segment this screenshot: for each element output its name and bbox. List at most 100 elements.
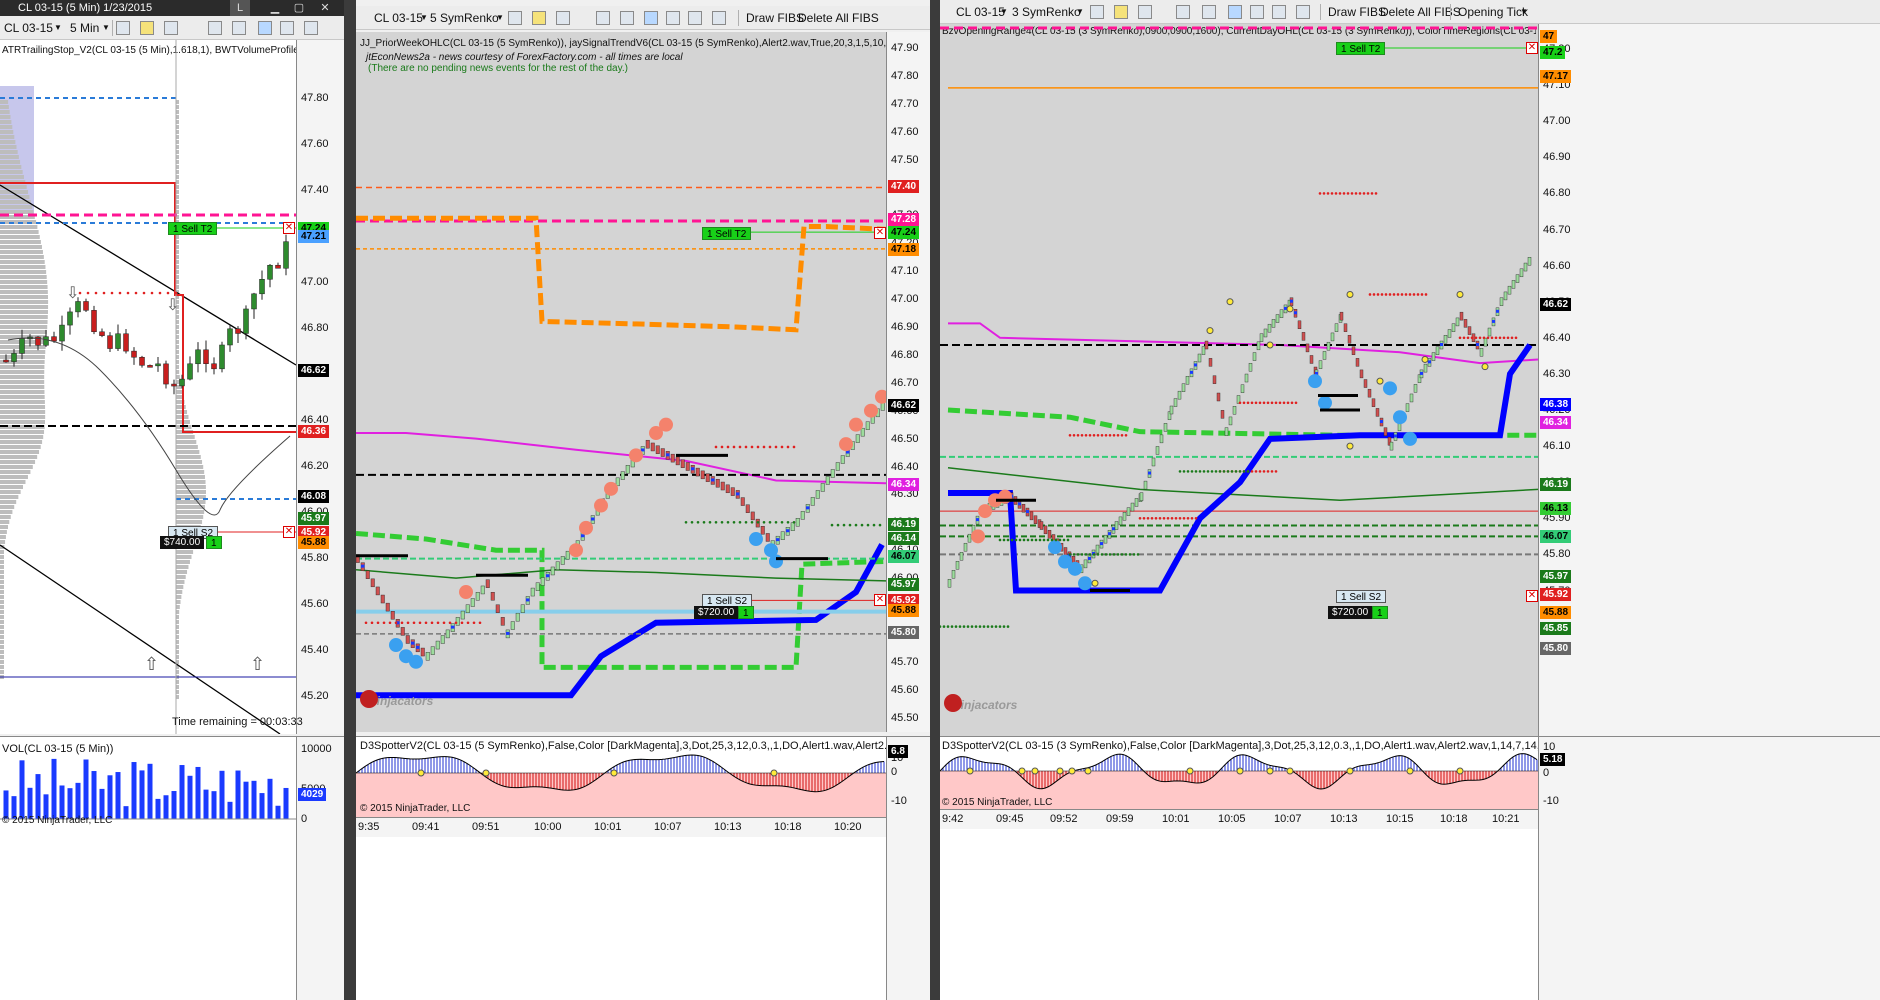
dot	[1270, 470, 1274, 473]
interval-selector[interactable]: 5 SymRenko	[430, 6, 499, 30]
position-qty: 1	[738, 606, 754, 619]
data-box-icon[interactable]	[688, 11, 702, 25]
instrument-selector[interactable]: CL 03-15	[956, 0, 1005, 24]
renko-bar	[445, 629, 450, 639]
instrument-dropdown-icon[interactable]: ▼	[420, 6, 428, 30]
cancel-order-icon[interactable]: ✕	[1526, 42, 1538, 54]
dot	[1274, 401, 1278, 405]
pencil-icon[interactable]	[1114, 5, 1128, 19]
dot	[1108, 433, 1112, 437]
renko-bar	[1122, 512, 1127, 521]
chart-trader-icon[interactable]	[280, 21, 294, 35]
buy-arrow: ⇧	[144, 654, 159, 674]
interval-dropdown-icon[interactable]: ▼	[102, 16, 110, 40]
left-title-bar[interactable]: CL 03-15 (5 Min) 1/23/2015 L ▁ ▢ ✕	[0, 0, 344, 16]
bar-type-icon[interactable]	[508, 11, 522, 25]
chart-trader-icon[interactable]	[1250, 5, 1264, 19]
delete-fibs-button[interactable]: Delete All FIBS	[798, 6, 879, 30]
volume-profile-bar	[0, 170, 23, 174]
bar-type-icon[interactable]	[1090, 5, 1104, 19]
crosshair-icon[interactable]	[208, 21, 222, 35]
snapshot-icon[interactable]	[1296, 5, 1310, 19]
right-price-axis[interactable]: 47.2047.1047.0046.9046.8046.7046.6046.50…	[1538, 24, 1880, 736]
sell-t2-order[interactable]: 1 Sell T2	[168, 222, 218, 235]
chart-trader-icon[interactable]	[666, 11, 680, 25]
time-tick: 09:59	[1106, 813, 1134, 825]
volume-profile-bar	[0, 315, 48, 319]
renko-bar	[947, 579, 952, 588]
data-box-icon[interactable]	[304, 21, 318, 35]
zoom-icon[interactable]	[1202, 5, 1216, 19]
volume-bar	[107, 775, 113, 819]
middle-price-panel[interactable]: JJ_PriorWeekOHLC(CL 03-15 (5 SymRenko)),…	[356, 32, 930, 732]
sell-t2-order[interactable]: 1 Sell T2	[702, 227, 752, 240]
left-price-axis[interactable]: 47.8047.6047.4047.2047.0046.8046.6046.40…	[296, 40, 344, 734]
renko-bar	[1467, 326, 1472, 335]
pointer-icon[interactable]	[596, 11, 610, 25]
candle	[75, 301, 81, 313]
sell-s2-order[interactable]: 1 Sell S2	[1336, 590, 1387, 603]
right-spotter-panel[interactable]: D3SpotterV2(CL 03-15 (3 SymRenko),False,…	[940, 736, 1880, 1000]
left-price-panel[interactable]: ATRTrailingStop_V2(CL 03-15 (5 Min),1.61…	[0, 40, 344, 734]
snapshot-icon[interactable]	[712, 11, 726, 25]
renko-bar	[1519, 268, 1524, 278]
volume-profile-bar	[0, 205, 33, 209]
renko-bar	[800, 511, 805, 520]
interval-selector[interactable]: 3 SymRenko	[1012, 0, 1081, 24]
properties-icon[interactable]	[644, 11, 658, 25]
indicator-icon[interactable]	[1138, 5, 1152, 19]
position-pl: $740.00	[160, 536, 205, 549]
zoom-icon[interactable]	[232, 21, 246, 35]
renko-bar	[1309, 355, 1314, 364]
dot	[142, 291, 146, 295]
renko-bar	[1029, 511, 1034, 521]
zoom-icon[interactable]	[620, 11, 634, 25]
pencil-icon[interactable]	[140, 21, 154, 35]
cancel-order-icon[interactable]: ✕	[874, 594, 886, 606]
properties-icon[interactable]	[258, 21, 272, 35]
bar-type-icon[interactable]	[116, 21, 130, 35]
interval-dropdown-icon[interactable]: ▼	[496, 6, 504, 30]
draw-fibs-button[interactable]: Draw FIBS	[746, 6, 804, 30]
dot	[1178, 517, 1182, 520]
cancel-order-icon[interactable]: ✕	[1526, 590, 1538, 602]
dot	[1374, 192, 1378, 195]
middle-price-axis[interactable]: 47.9047.8047.7047.6047.5047.4047.3047.20…	[886, 32, 930, 732]
sell-t2-order[interactable]: 1 Sell T2	[1336, 42, 1386, 55]
dot	[1136, 553, 1140, 556]
cancel-order-icon[interactable]: ✕	[283, 222, 295, 234]
instrument-selector[interactable]: CL 03-15	[4, 16, 53, 40]
indicator-icon[interactable]	[556, 11, 570, 25]
volume-bar	[51, 758, 57, 819]
cancel-order-icon[interactable]: ✕	[874, 227, 886, 239]
delete-fibs-button[interactable]: Delete All FIBS	[1380, 0, 1461, 24]
link-button[interactable]: L	[230, 0, 250, 16]
pencil-icon[interactable]	[532, 11, 546, 25]
renko-bar	[720, 481, 725, 491]
pointer-icon[interactable]	[1176, 5, 1190, 19]
opening-tick-dropdown-icon[interactable]: ▼	[1520, 0, 1528, 24]
time-tick: 10:18	[1440, 813, 1468, 825]
cancel-order-icon[interactable]: ✕	[283, 526, 295, 538]
instrument-dropdown-icon[interactable]: ▼	[1000, 0, 1008, 24]
maximize-icon[interactable]: ▢	[286, 0, 312, 16]
price-tag: 47.17	[1540, 70, 1572, 83]
minimize-icon[interactable]: ▁	[262, 0, 288, 16]
middle-spotter-panel[interactable]: D3SpotterV2(CL 03-15 (5 SymRenko),False,…	[356, 736, 930, 1000]
draw-fibs-button[interactable]: Draw FIBS	[1328, 0, 1386, 24]
interval-selector[interactable]: 5 Min	[70, 16, 99, 40]
data-box-icon[interactable]	[1272, 5, 1286, 19]
renko-bar	[1063, 547, 1068, 556]
instrument-dropdown-icon[interactable]: ▼	[54, 16, 62, 40]
properties-icon[interactable]	[1228, 5, 1242, 19]
interval-dropdown-icon[interactable]: ▼	[1076, 0, 1084, 24]
dot	[942, 625, 946, 628]
instrument-selector[interactable]: CL 03-15	[374, 6, 423, 30]
left-volume-panel[interactable]: VOL(CL 03-15 (5 Min)) 10000 5000 0 4029 …	[0, 736, 344, 1000]
renko-bar	[520, 604, 525, 613]
renko-marker	[1194, 363, 1197, 367]
right-price-panel[interactable]: BzvOpeningRange4(CL 03-15 (3 SymRenko),0…	[940, 24, 1880, 736]
opening-tick-button[interactable]: Opening Tick	[1458, 0, 1528, 24]
indicator-icon[interactable]	[164, 21, 178, 35]
close-icon[interactable]: ✕	[312, 0, 338, 16]
